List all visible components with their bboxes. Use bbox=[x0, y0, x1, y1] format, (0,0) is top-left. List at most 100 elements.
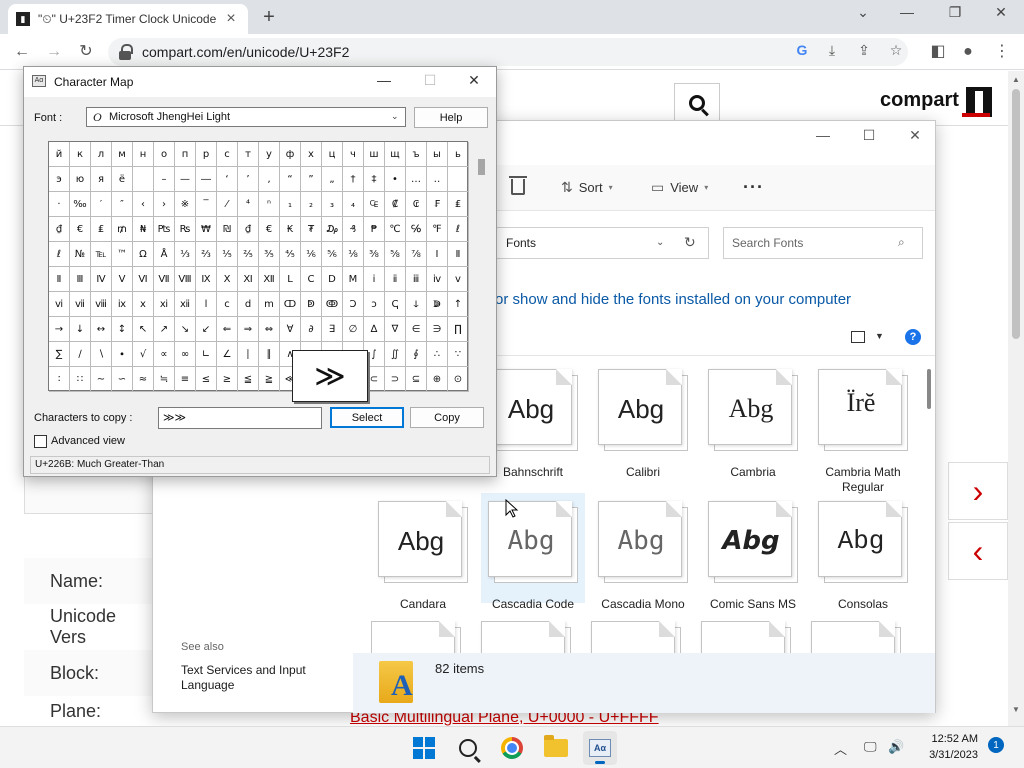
character-cell[interactable]: ∵ bbox=[448, 342, 469, 367]
character-cell[interactable]: ₁ bbox=[280, 192, 301, 217]
character-cell[interactable]: Ⅻ bbox=[259, 267, 280, 292]
character-cell[interactable]: Ⅱ bbox=[448, 242, 469, 267]
character-cell[interactable]: ∴ bbox=[427, 342, 448, 367]
delete-icon[interactable] bbox=[509, 176, 527, 195]
taskbar-character-map[interactable]: Aα bbox=[583, 731, 617, 765]
character-cell[interactable]: р bbox=[196, 142, 217, 167]
character-cell[interactable]: ⅳ bbox=[427, 267, 448, 292]
character-cell[interactable]: Ↄ bbox=[343, 292, 364, 317]
character-cell[interactable]: я bbox=[91, 167, 112, 192]
character-cell[interactable]: ≧ bbox=[259, 367, 280, 392]
character-cell[interactable]: Ⅿ bbox=[343, 267, 364, 292]
character-cell[interactable]: н bbox=[133, 142, 154, 167]
character-cell[interactable]: Ⅰ bbox=[427, 242, 448, 267]
character-cell[interactable]: ⇐ bbox=[217, 317, 238, 342]
volume-icon[interactable]: 🔊 bbox=[888, 739, 904, 755]
character-grid[interactable]: й к л м н о п р с т у ф х ц ч ш щ ъ ы ь э ю я ё – — ― ‘’ ‚ “” „ † ‡ •… ‥ · ‰… bbox=[48, 141, 469, 392]
chevron-up-icon[interactable]: ︿ bbox=[834, 739, 847, 758]
character-cell[interactable]: п bbox=[175, 142, 196, 167]
character-cell[interactable]: ’ bbox=[238, 167, 259, 192]
character-cell[interactable]: ” bbox=[301, 167, 322, 192]
character-cell[interactable]: ⅰ bbox=[364, 267, 385, 292]
character-cell[interactable]: ₤ bbox=[448, 192, 469, 217]
character-cell[interactable]: ₯ bbox=[322, 217, 343, 242]
minimize-icon[interactable]: — bbox=[813, 127, 833, 143]
character-cell[interactable]: ↖ bbox=[133, 317, 154, 342]
taskbar-file-explorer[interactable] bbox=[539, 731, 573, 765]
character-cell[interactable]: ∽ bbox=[112, 367, 133, 392]
more-options-button[interactable]: ··· bbox=[743, 177, 764, 198]
character-cell[interactable]: ⅞ bbox=[406, 242, 427, 267]
character-cell[interactable]: ∣ bbox=[238, 342, 259, 367]
character-cell[interactable]: ₰ bbox=[343, 217, 364, 242]
menu-icon[interactable]: ⋮ bbox=[992, 42, 1012, 62]
character-cell[interactable]: ⅔ bbox=[196, 242, 217, 267]
compart-logo[interactable]: compart bbox=[880, 89, 959, 112]
advanced-view-label[interactable]: Advanced view bbox=[51, 435, 125, 447]
character-cell[interactable]: ↇ bbox=[427, 292, 448, 317]
character-cell[interactable]: ₦ bbox=[133, 217, 154, 242]
character-cell[interactable]: ⅿ bbox=[259, 292, 280, 317]
character-cell[interactable]: ∈ bbox=[406, 317, 427, 342]
share-icon[interactable]: ⇪ bbox=[854, 42, 874, 59]
character-cell[interactable]: ₫ bbox=[238, 217, 259, 242]
character-cell[interactable]: ⅝ bbox=[385, 242, 406, 267]
lock-icon[interactable] bbox=[118, 44, 133, 60]
character-cell[interactable]: ⅲ bbox=[406, 267, 427, 292]
character-cell[interactable]: ∅ bbox=[343, 317, 364, 342]
character-cell[interactable]: ∙ bbox=[112, 342, 133, 367]
minimize-icon[interactable]: — bbox=[896, 4, 918, 20]
character-cell[interactable]: ⅓ bbox=[175, 242, 196, 267]
taskbar-chrome[interactable] bbox=[495, 731, 529, 765]
sort-button[interactable]: ⇅ Sort ▾ bbox=[561, 179, 613, 196]
character-cell[interactable]: Ⅼ bbox=[280, 267, 301, 292]
character-cell[interactable]: ⅖ bbox=[238, 242, 259, 267]
character-cell[interactable]: № bbox=[70, 242, 91, 267]
dialog-titlebar[interactable]: Aα Character Map — ☐ ✕ bbox=[24, 67, 496, 97]
character-cell[interactable]: ⅽ bbox=[217, 292, 238, 317]
character-cell[interactable]: ₃ bbox=[322, 192, 343, 217]
character-cell[interactable]: ⅶ bbox=[70, 292, 91, 317]
character-cell[interactable]: й bbox=[49, 142, 70, 167]
taskbar-search-button[interactable] bbox=[451, 731, 485, 765]
character-cell[interactable]: ∕ bbox=[70, 342, 91, 367]
character-cell[interactable]: ↕ bbox=[112, 317, 133, 342]
font-tile-cascadia-code[interactable]: Abg Cascadia Code bbox=[481, 493, 585, 623]
close-icon[interactable]: ✕ bbox=[464, 72, 484, 89]
chevron-down-icon[interactable]: ▼ bbox=[875, 331, 884, 341]
character-cell[interactable]: ⁄ bbox=[217, 192, 238, 217]
character-cell[interactable]: ™ bbox=[112, 242, 133, 267]
character-cell[interactable]: ⅵ bbox=[49, 292, 70, 317]
chevron-down-icon[interactable]: ⌄ bbox=[656, 237, 664, 248]
character-cell[interactable]: „ bbox=[322, 167, 343, 192]
character-cell[interactable]: ∥ bbox=[259, 342, 280, 367]
character-cell[interactable]: ц bbox=[322, 142, 343, 167]
character-cell[interactable]: • bbox=[385, 167, 406, 192]
character-cell[interactable]: ы bbox=[427, 142, 448, 167]
character-cell[interactable]: … bbox=[406, 167, 427, 192]
character-cell[interactable]: ↁ bbox=[301, 292, 322, 317]
address-bar[interactable]: compart.com/en/unicode/U+23F2 G ⤓ ⇪ ☆ bbox=[108, 38, 908, 66]
scrollbar-thumb[interactable] bbox=[478, 159, 485, 175]
character-cell[interactable]: Ⅳ bbox=[91, 267, 112, 292]
character-cell[interactable]: х bbox=[301, 142, 322, 167]
help-icon[interactable]: ? bbox=[905, 329, 921, 345]
character-cell[interactable]: › bbox=[154, 192, 175, 217]
characters-to-copy-input[interactable]: ≫≫ bbox=[158, 407, 322, 429]
text-services-link[interactable]: Text Services and Input Language bbox=[181, 663, 331, 693]
character-cell[interactable]: ₢ bbox=[406, 192, 427, 217]
view-button[interactable]: ▭ View ▾ bbox=[651, 179, 708, 196]
advanced-view-checkbox[interactable] bbox=[34, 435, 47, 448]
character-cell[interactable]: о bbox=[154, 142, 175, 167]
character-cell[interactable]: ∷ bbox=[70, 367, 91, 392]
refresh-icon[interactable]: ↻ bbox=[684, 234, 696, 251]
character-cell[interactable]: ⊆ bbox=[406, 367, 427, 392]
character-cell[interactable]: ↘ bbox=[175, 317, 196, 342]
character-cell[interactable]: ↄ bbox=[364, 292, 385, 317]
character-cell[interactable]: ≒ bbox=[154, 367, 175, 392]
font-tile-cambria[interactable]: Abg Cambria bbox=[701, 369, 805, 499]
character-cell[interactable]: ∆ bbox=[364, 317, 385, 342]
help-button[interactable]: Help bbox=[414, 107, 488, 128]
start-button[interactable] bbox=[407, 731, 441, 765]
character-cell[interactable]: ≤ bbox=[196, 367, 217, 392]
